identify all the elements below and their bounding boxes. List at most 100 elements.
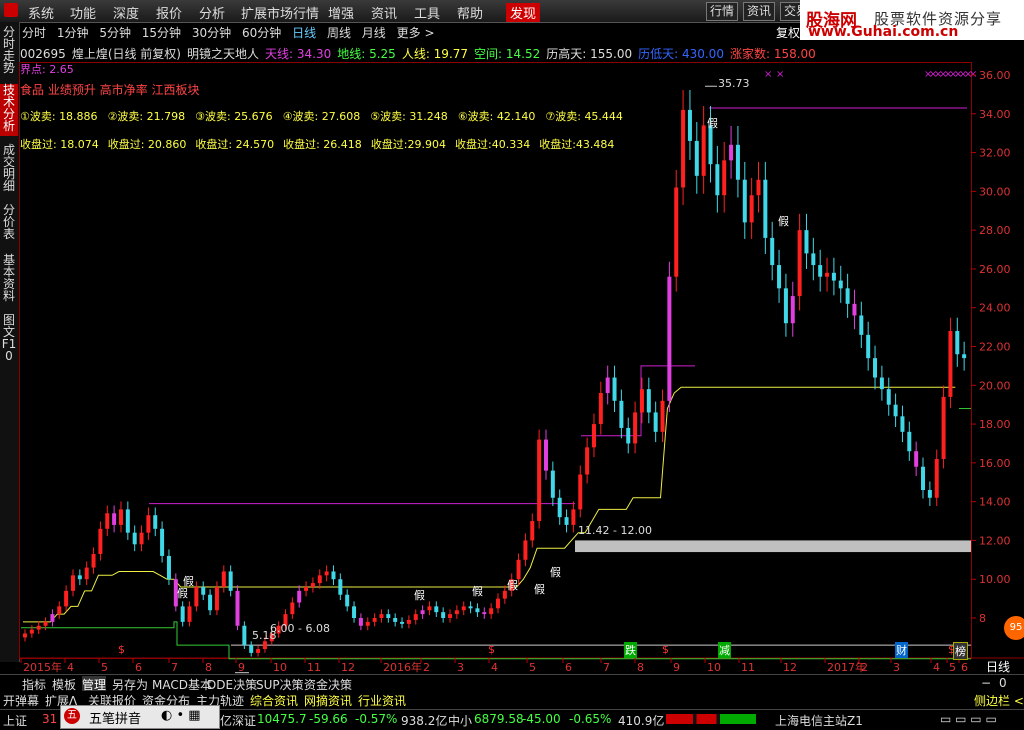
period-daily[interactable]: 日线: [292, 26, 316, 40]
period-weekly[interactable]: 周线: [327, 26, 351, 40]
sidebar-item-fundamentals[interactable]: 基本资料: [0, 254, 18, 306]
x-axis: 2015年 4 5 6 7 8 9 10 11 12 2016年 2 3 4 5 6 7 8 9 10 11 12 2017…: [20, 658, 968, 674]
menu-depth[interactable]: 深度: [113, 3, 139, 22]
candle-body: [701, 125, 706, 176]
tab-danmu[interactable]: 开弹幕: [3, 692, 39, 709]
window-icons[interactable]: ▭ ▭ ▭ ▭: [940, 712, 997, 726]
period-bar: 分时 1分钟 5分钟 15分钟 30分钟 60分钟 日线 周线 月线 更多 >: [22, 24, 442, 40]
menu-function[interactable]: 功能: [70, 3, 96, 22]
candle-body: [304, 586, 309, 591]
candle-body: [324, 571, 329, 576]
zx-index-change: -45.00: [522, 712, 561, 726]
menu-quote[interactable]: 报价: [156, 3, 182, 22]
sh-index-label[interactable]: 上证: [3, 712, 27, 729]
fuquan-button[interactable]: 复权: [776, 24, 800, 41]
candle-body: [475, 608, 480, 613]
candle-body: [146, 515, 151, 533]
candle-body: [132, 532, 137, 545]
sidebar-item-price-table[interactable]: 分价表: [0, 204, 18, 244]
candle-body: [639, 389, 644, 413]
candle-body: [228, 571, 233, 591]
kline-chart[interactable]: × × ×××××××××× 36.0034.0032.0030.0028.0026…: [19, 62, 1024, 674]
candle-body: [400, 621, 405, 624]
candle-body: [482, 612, 487, 615]
tab-digest-news[interactable]: 网摘资讯: [304, 692, 352, 709]
candle-body: [77, 575, 82, 580]
indicator-header: 002695 煌上煌(日线 前复权) 明镜之天地人 天线: 34.30 地线: 5.25…: [20, 45, 822, 62]
x-tick-label: 6: [961, 661, 968, 674]
menu-news[interactable]: 资讯: [371, 3, 397, 22]
brand-url: www.Guhai.com.cn: [808, 24, 959, 40]
zt-value: 涨家数: 158.00: [729, 47, 816, 61]
tab-composite-news[interactable]: 综合资讯: [250, 692, 298, 709]
period-60min[interactable]: 60分钟: [242, 26, 281, 40]
period-monthly[interactable]: 月线: [362, 26, 386, 40]
sidebar-item-f10[interactable]: 图文F10: [0, 314, 18, 362]
notification-badge[interactable]: 95: [1004, 616, 1024, 640]
marker-dollar: $: [488, 643, 495, 656]
candle-body: [379, 614, 384, 618]
marker-bang: 榜: [953, 642, 968, 660]
period-5min[interactable]: 5分钟: [99, 26, 131, 40]
ime-toolbar[interactable]: 五 五笔拼音 ◐ • ▦: [60, 705, 220, 729]
sidebar-item-technical[interactable]: 技术分析: [0, 84, 18, 136]
candle-body: [838, 280, 843, 289]
sz-index-label[interactable]: 深证: [232, 712, 256, 729]
menu-analysis[interactable]: 分析: [199, 3, 225, 22]
menu-discover[interactable]: 发现: [506, 3, 541, 22]
tab-industry-news[interactable]: 行业资讯: [358, 692, 406, 709]
candle-body: [235, 590, 240, 626]
period-1min[interactable]: 1分钟: [57, 26, 89, 40]
candle-body: [591, 424, 596, 448]
period-15min[interactable]: 15分钟: [142, 26, 181, 40]
btn-hangqing[interactable]: 行情: [706, 2, 739, 21]
candle-body: [84, 567, 89, 580]
menu-ext-market[interactable]: 扩展市场行情: [241, 3, 319, 22]
zx-index-label[interactable]: 中小: [448, 712, 472, 729]
ime-mode-icons[interactable]: ◐ • ▦: [161, 708, 201, 723]
period-more[interactable]: 更多 >: [397, 26, 435, 40]
menu-system[interactable]: 系统: [28, 3, 54, 22]
candle-body: [338, 579, 343, 595]
indicator-name[interactable]: 明镜之天地人: [187, 47, 259, 61]
y-tick-label: 26.00: [979, 263, 1011, 276]
x-tick-label: 6: [565, 661, 572, 674]
menu-tools[interactable]: 工具: [414, 3, 440, 22]
tab-minus[interactable]: −: [981, 676, 991, 690]
period-intraday[interactable]: 分时: [22, 26, 46, 40]
candle-body: [667, 276, 672, 401]
candle-body: [907, 431, 912, 452]
menu-help[interactable]: 帮助: [457, 3, 483, 22]
tab-zero[interactable]: 0: [999, 676, 1007, 690]
candle-body: [496, 598, 500, 609]
candle-body: [153, 515, 158, 529]
chart-candles: [23, 90, 967, 657]
server-name[interactable]: 上海电信主站Z1: [775, 712, 863, 729]
sidebar-toggle[interactable]: 侧边栏 <: [974, 692, 1024, 709]
sh-index-value: 31: [42, 712, 58, 726]
period-30min[interactable]: 30分钟: [192, 26, 231, 40]
btn-zixun[interactable]: 资讯: [743, 2, 776, 21]
candle-body: [708, 125, 713, 165]
y-tick-label: 34.00: [979, 108, 1011, 121]
candle-body: [612, 377, 617, 401]
indicator-tabs: 指标 模板 管理 另存为 MACD基本 DDE决策 SUP决策 资金决策 − 0: [0, 674, 1024, 693]
candle-body: [715, 164, 720, 196]
candle-body: [955, 330, 960, 355]
candle-body: [790, 296, 795, 324]
y-axis: 36.00 34.00 32.00 30.00 28.00 26.00 24.00 22.00…: [971, 69, 1011, 625]
candle-body: [139, 532, 144, 545]
candle-body: [530, 521, 535, 541]
candle-body: [50, 614, 55, 622]
candle-body: [43, 621, 48, 626]
x-tick-label: 5: [101, 661, 108, 674]
x-tick-label: 8: [205, 661, 212, 674]
signal-fake: 假: [177, 587, 188, 600]
sidebar-item-ticks[interactable]: 成交明细: [0, 144, 18, 196]
candle-body: [427, 606, 432, 611]
menu-enhance[interactable]: 增强: [328, 3, 354, 22]
lgt-value: 历高天: 155.00: [546, 47, 633, 61]
candle-body: [201, 586, 206, 595]
candle-body: [290, 602, 295, 615]
sidebar-item-intraday[interactable]: 分时走势: [0, 26, 18, 78]
